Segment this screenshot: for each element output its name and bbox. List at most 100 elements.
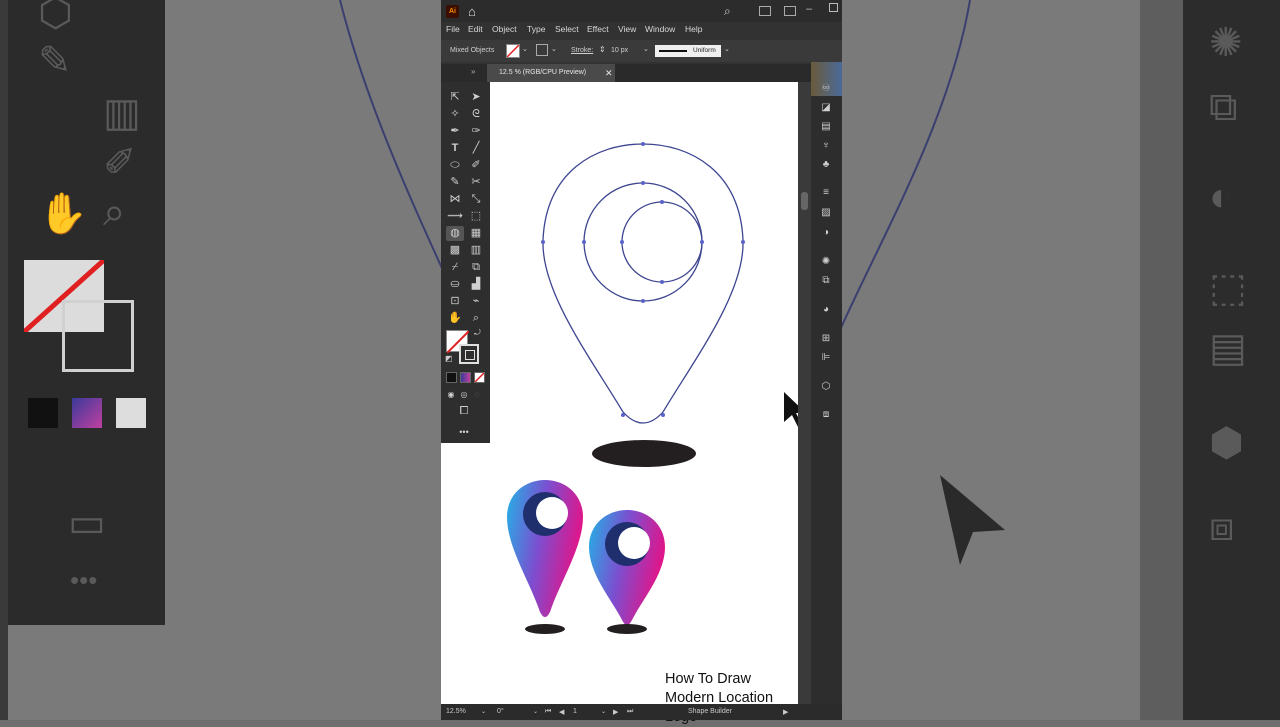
perspective-grid-tool-icon[interactable]: ▦ <box>467 226 485 241</box>
properties-icon[interactable]: ♾ <box>819 82 833 95</box>
menu-help[interactable]: Help <box>685 24 702 34</box>
appearance-icon[interactable]: ✺ <box>819 255 833 268</box>
stroke-label[interactable]: Stroke: <box>571 47 593 54</box>
paintbrush-tool-icon[interactable]: ✐ <box>467 158 485 173</box>
brushes-icon[interactable]: ♆ <box>819 139 833 152</box>
color-mode-icon[interactable] <box>446 372 457 383</box>
pathfinder-icon[interactable]: ⧈ <box>819 408 833 421</box>
type-tool-icon[interactable]: T <box>446 141 464 156</box>
zoom-tool-icon[interactable]: ⌕ <box>467 311 485 326</box>
reflect-tool-icon[interactable]: ⋈ <box>446 192 464 207</box>
panel-toggle-icon[interactable] <box>784 6 796 16</box>
gradient-tool-icon[interactable]: ▥ <box>467 243 485 258</box>
menu-type[interactable]: Type <box>527 24 545 34</box>
shaper-tool-icon[interactable]: ✎ <box>446 175 464 190</box>
stroke-panel-icon[interactable]: ≡ <box>819 186 833 199</box>
none-mode-icon[interactable] <box>474 372 485 383</box>
rotation-dropdown-icon[interactable]: ⌄ <box>533 708 538 715</box>
first-artboard-icon[interactable]: ⏮ <box>545 708 551 716</box>
swap-colors-icon[interactable]: ⤾ <box>474 328 481 338</box>
background-middle-panel <box>1140 0 1183 720</box>
transform-icon[interactable]: ⊞ <box>819 332 833 345</box>
menu-select[interactable]: Select <box>555 24 579 34</box>
menu-file[interactable]: File <box>446 24 460 34</box>
transparency-icon[interactable]: ◑ <box>819 226 833 239</box>
menu-effect[interactable]: Effect <box>587 24 609 34</box>
fill-swatch[interactable] <box>506 44 520 58</box>
rotation-value[interactable]: 0° <box>497 708 504 715</box>
menu-window[interactable]: Window <box>645 24 675 34</box>
free-transform-tool-icon[interactable]: ⬚ <box>467 209 485 224</box>
shape-builder-tool-icon[interactable]: ◍ <box>446 226 464 241</box>
slice-tool-icon[interactable]: ⌁ <box>467 294 485 309</box>
symbol-sprayer-tool-icon[interactable]: ⛀ <box>446 277 464 292</box>
home-icon[interactable]: ⌂ <box>468 4 476 19</box>
stroke-profile[interactable]: Uniform <box>655 45 721 57</box>
zoom-level[interactable]: 12.5% <box>446 708 466 715</box>
profile-dropdown-icon[interactable]: ⌄ <box>724 45 730 53</box>
pen-tool-icon[interactable]: ✒ <box>446 124 464 139</box>
tab-label: 12.5 % (RGB/CPU Preview) <box>499 69 587 76</box>
artboard-lower-left[interactable] <box>441 443 490 704</box>
scale-tool-icon[interactable]: ⤡ <box>467 192 485 207</box>
artboard-tool-icon[interactable]: ⊡ <box>446 294 464 309</box>
stroke-color-box[interactable] <box>459 344 479 364</box>
scroll-thumb[interactable] <box>801 192 808 210</box>
curvature-tool-icon[interactable]: ✑ <box>467 124 485 139</box>
blend-tool-icon[interactable]: ⧉ <box>467 260 485 275</box>
direct-selection-tool-icon[interactable]: ⇱ <box>446 90 464 105</box>
prev-artboard-icon[interactable]: ◀ <box>559 708 564 716</box>
artboard-dropdown-icon[interactable]: ⌄ <box>601 708 606 715</box>
stroke-dropdown-icon[interactable]: ⌄ <box>551 45 557 53</box>
image-trace-icon[interactable]: ▤ <box>819 120 833 133</box>
stroke-weight-value[interactable]: 10 px <box>611 47 628 54</box>
pin-outline-artwork[interactable] <box>490 82 798 482</box>
mesh-tool-icon[interactable]: ▩ <box>446 243 464 258</box>
arrange-documents-icon[interactable] <box>759 6 771 16</box>
status-menu-icon[interactable]: ▶ <box>783 708 788 716</box>
screen-mode-icon[interactable]: ⧠ <box>455 404 473 419</box>
tabs-overflow-icon[interactable]: » <box>471 67 475 76</box>
libraries-icon[interactable]: ◪ <box>819 101 833 114</box>
ellipse-tool-icon[interactable]: ⬭ <box>446 158 464 173</box>
stroke-weight-dropdown-icon[interactable]: ⌄ <box>643 45 649 53</box>
eyedropper-tool-icon[interactable]: ⌿ <box>446 260 464 275</box>
color-guide-icon[interactable]: ◕ <box>819 303 833 316</box>
menu-object[interactable]: Object <box>492 24 517 34</box>
stroke-swatch[interactable] <box>536 44 548 56</box>
stroke-stepper-icon[interactable]: ⇕ <box>599 45 606 54</box>
artboard[interactable]: How To Draw Modern Location Logo <box>490 82 798 725</box>
hand-tool-icon[interactable]: ✋ <box>446 311 464 326</box>
close-icon[interactable]: ✕ <box>605 64 613 82</box>
zoom-dropdown-icon[interactable]: ⌄ <box>481 708 486 715</box>
default-colors-icon[interactable]: ◩ <box>445 354 453 363</box>
fill-dropdown-icon[interactable]: ⌄ <box>522 45 528 53</box>
scissors-tool-icon[interactable]: ✂ <box>467 175 485 190</box>
gradient-panel-icon[interactable]: ▨ <box>819 206 833 219</box>
menu-view[interactable]: View <box>618 24 636 34</box>
draw-inside-icon[interactable]: ◌ <box>468 387 486 402</box>
lasso-tool-icon[interactable]: ᘓ <box>467 107 485 122</box>
search-icon[interactable]: ⌕ <box>724 4 731 19</box>
3d-icon[interactable]: ⬡ <box>819 380 833 393</box>
width-tool-icon[interactable]: ⟿ <box>446 209 464 224</box>
last-artboard-icon[interactable]: ⏭ <box>627 708 633 716</box>
selection-tool-icon[interactable]: ➤ <box>467 90 485 105</box>
pin-shadow[interactable] <box>592 440 696 467</box>
minimize-icon[interactable]: – <box>806 3 812 15</box>
document-tab[interactable]: 12.5 % (RGB/CPU Preview) ✕ <box>487 64 615 82</box>
vertical-scrollbar[interactable] <box>798 82 811 704</box>
graph-tool-icon[interactable]: ▟ <box>467 277 485 292</box>
edit-toolbar-icon[interactable]: ••• <box>455 425 473 440</box>
gradient-mode-icon[interactable] <box>460 372 471 383</box>
magic-wand-tool-icon[interactable]: ✧ <box>446 107 464 122</box>
align-icon[interactable]: ⊫ <box>819 351 833 364</box>
next-artboard-icon[interactable]: ▶ <box>613 708 618 716</box>
layers-icon[interactable]: ⧉ <box>819 274 833 287</box>
document-tab-bar: » 12.5 % (RGB/CPU Preview) ✕ <box>441 64 842 82</box>
maximize-icon[interactable] <box>829 3 838 12</box>
artboard-number[interactable]: 1 <box>573 708 577 715</box>
menu-edit[interactable]: Edit <box>468 24 483 34</box>
line-tool-icon[interactable]: ╱ <box>467 141 485 156</box>
symbols-icon[interactable]: ♣ <box>819 158 833 171</box>
